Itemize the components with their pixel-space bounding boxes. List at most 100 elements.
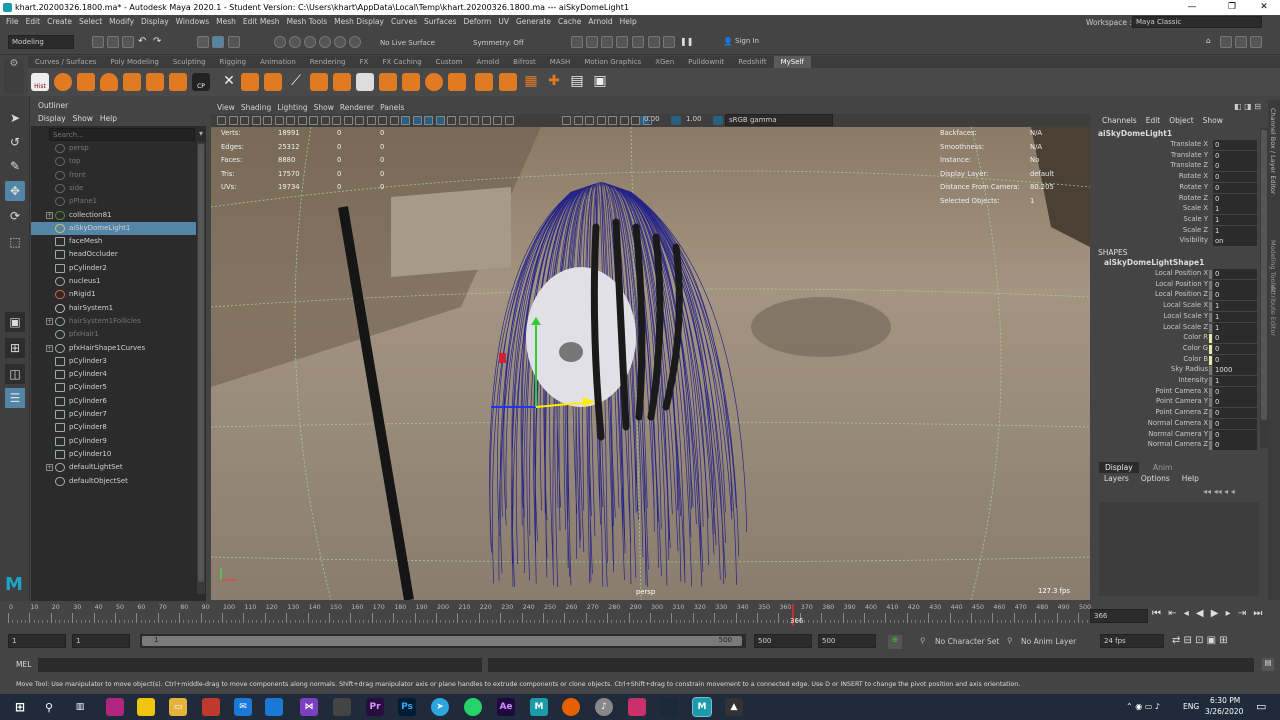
- attribute-editor-icon[interactable]: [1220, 36, 1232, 48]
- viewport-tool-icon[interactable]: [481, 116, 491, 125]
- select-by-hierarchy-icon[interactable]: [197, 36, 209, 48]
- channel-value[interactable]: 1: [1213, 225, 1257, 236]
- viewport-tool-icon[interactable]: [585, 116, 594, 125]
- menu-mesh-tools[interactable]: Mesh Tools: [287, 15, 328, 29]
- shelf-tab-motion-graphics[interactable]: Motion Graphics: [577, 56, 648, 68]
- rotate-tool-icon[interactable]: ⟳: [5, 206, 25, 226]
- auto-key-icon[interactable]: ⊕: [888, 635, 902, 649]
- viewport-tool-icon[interactable]: [504, 116, 514, 125]
- channel-value[interactable]: 1000: [1213, 365, 1257, 376]
- viewport-tool-icon[interactable]: [343, 116, 353, 125]
- save-scene-icon[interactable]: [122, 36, 134, 48]
- viewport-menu-view[interactable]: View: [217, 101, 235, 114]
- channel-value[interactable]: 0: [1213, 333, 1257, 344]
- shelf-tab-bifrost[interactable]: Bifrost: [506, 56, 543, 68]
- channel-row[interactable]: Local Position Y 0: [1093, 279, 1268, 291]
- channel-row[interactable]: Local Position X 0: [1093, 269, 1268, 280]
- channel-row[interactable]: Normal Camera Y 0: [1093, 429, 1268, 441]
- channel-value[interactable]: 0: [1213, 343, 1257, 354]
- channel-row[interactable]: Color R 0: [1093, 333, 1268, 344]
- shelf-bridge-icon[interactable]: ⟋: [287, 73, 305, 91]
- outliner-item[interactable]: aiSkyDomeLight1: [31, 221, 196, 235]
- snap-curve-icon[interactable]: [289, 36, 301, 48]
- lasso-tool-icon[interactable]: ↺: [5, 132, 25, 152]
- shelf-smooth-icon[interactable]: [333, 73, 351, 91]
- telegram-icon[interactable]: ➤: [431, 698, 449, 716]
- snap-grid-icon[interactable]: [274, 36, 286, 48]
- menu-curves[interactable]: Curves: [391, 15, 417, 29]
- tab-anim[interactable]: Anim: [1153, 462, 1172, 473]
- character-set-label[interactable]: No Character Set: [935, 637, 999, 646]
- viewport-tool-icon[interactable]: [642, 116, 652, 125]
- render-view-icon[interactable]: [648, 36, 660, 48]
- steam-icon[interactable]: [660, 698, 678, 716]
- viewport-tool-icon[interactable]: [412, 116, 422, 125]
- outliner-item[interactable]: pCylinder7: [31, 408, 196, 421]
- channel-value[interactable]: 0: [1213, 161, 1257, 172]
- select-tool-icon[interactable]: ➤: [5, 108, 25, 128]
- channel-value[interactable]: 0: [1213, 429, 1257, 440]
- shelf-frame-icon[interactable]: ▣: [591, 73, 609, 91]
- history-shelf-icon[interactable]: Hist: [31, 73, 49, 91]
- time-ticks[interactable]: 0 10 20 30 40 50 60 70 80 90 100 110 120 130 140 150 160…: [8, 604, 1097, 626]
- shelf-tab-sculpting[interactable]: Sculpting: [166, 56, 213, 68]
- tool-settings-icon[interactable]: [1235, 36, 1247, 48]
- sign-in-dropdown[interactable]: Sign In: [732, 35, 800, 49]
- taskbar-app-icon[interactable]: [106, 698, 124, 716]
- shelf-tab-rendering[interactable]: Rendering: [303, 56, 353, 68]
- scale-tool-icon[interactable]: ⬚: [5, 232, 25, 252]
- menuset-dropdown[interactable]: Modeling: [8, 35, 74, 49]
- channel-value[interactable]: 0: [1213, 182, 1257, 193]
- anim-layer-label[interactable]: No Anim Layer: [1021, 637, 1076, 646]
- close-button[interactable]: ✕: [1252, 0, 1276, 15]
- viewport-tool-icon[interactable]: [320, 116, 330, 125]
- current-frame-field[interactable]: 366: [1090, 609, 1148, 623]
- shelf-tab-redshift[interactable]: Redshift: [731, 56, 773, 68]
- outliner-item[interactable]: nucleus1: [31, 275, 196, 288]
- shelf-sphere-icon[interactable]: [54, 73, 72, 91]
- channelbox-menu-show[interactable]: Show: [1203, 114, 1223, 127]
- tab-attribute-editor[interactable]: Attribute Editor: [1269, 286, 1277, 336]
- viewport-tool-icon[interactable]: [596, 116, 606, 125]
- shelf-tab-rigging[interactable]: Rigging: [213, 56, 254, 68]
- viewport-tool-icon[interactable]: [493, 116, 502, 125]
- outliner-item[interactable]: hairSystem1: [31, 302, 196, 315]
- shelf-tab-mash[interactable]: MASH: [543, 56, 578, 68]
- menu-file[interactable]: File: [6, 15, 19, 29]
- viewport-tool-icon[interactable]: [562, 116, 571, 125]
- file-explorer-icon[interactable]: ▭: [169, 698, 187, 716]
- viewport-tool-icon[interactable]: [608, 116, 617, 125]
- undo-icon[interactable]: ↶: [138, 36, 150, 48]
- shelf-grid-icon[interactable]: ▦: [522, 73, 540, 91]
- channel-value[interactable]: 1: [1213, 311, 1257, 322]
- outliner-layout-icon[interactable]: ☰: [5, 388, 25, 408]
- channel-row[interactable]: Color B 0: [1093, 354, 1268, 366]
- layer-menu-layers[interactable]: Layers: [1104, 474, 1129, 483]
- fps-dropdown[interactable]: 24 fps: [1100, 634, 1164, 648]
- expand-icon[interactable]: +: [46, 211, 53, 219]
- four-view-icon[interactable]: ⊞: [5, 338, 25, 358]
- shelf-settings-icon[interactable]: ⚙: [4, 58, 24, 94]
- menu-generate[interactable]: Generate: [516, 15, 551, 29]
- menu-uv[interactable]: UV: [498, 15, 509, 29]
- outliner-item[interactable]: + collection81: [31, 209, 196, 222]
- viewport-tool-icon[interactable]: [389, 116, 399, 125]
- channel-value[interactable]: 0: [1213, 386, 1257, 397]
- tab-channel-box[interactable]: Channel Box / Layer Editor: [1269, 108, 1277, 195]
- channel-row[interactable]: Point Camera X 0: [1093, 386, 1268, 398]
- maximize-button[interactable]: ❐: [1220, 0, 1244, 15]
- shelf-combine-icon[interactable]: [241, 73, 259, 91]
- viewport-tool-icon[interactable]: [470, 116, 479, 125]
- viewport-tool-icon[interactable]: [251, 116, 261, 125]
- modeling-toolkit-icon[interactable]: ⌂: [1206, 36, 1218, 48]
- whatsapp-icon[interactable]: [464, 698, 482, 716]
- playback-options-icons[interactable]: ⇄ ⊟ ⊡ ▣ ⊞: [1172, 635, 1228, 646]
- shelf-tab-arnold[interactable]: Arnold: [470, 56, 507, 68]
- select-by-component-icon[interactable]: [228, 36, 240, 48]
- outliner-item[interactable]: nRigid1: [31, 288, 196, 301]
- photoshop-icon[interactable]: Ps: [398, 698, 416, 716]
- viewport-tool-icon[interactable]: [631, 116, 640, 125]
- viewport-tool-icon[interactable]: [332, 116, 341, 125]
- channel-row[interactable]: Rotate Z 0: [1093, 193, 1268, 205]
- channel-row[interactable]: Point Camera Z 0: [1093, 408, 1268, 419]
